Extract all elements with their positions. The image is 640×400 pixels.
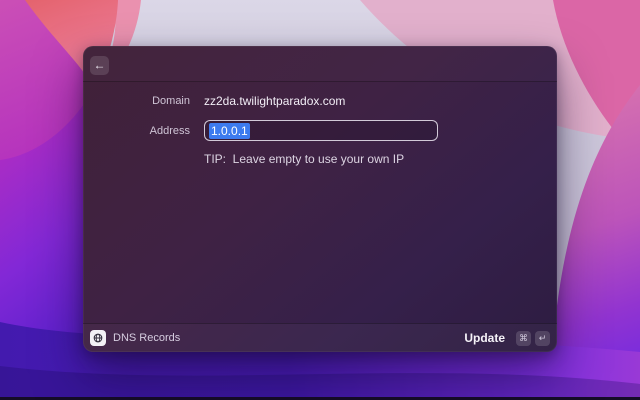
domain-value: zz2da.twilightparadox.com xyxy=(204,94,346,108)
footer-app-info: DNS Records xyxy=(90,330,180,346)
globe-app-icon xyxy=(90,330,106,346)
return-key-icon: ↵ xyxy=(535,330,550,346)
update-button[interactable]: Update xyxy=(464,331,505,345)
command-key-icon: ⌘ xyxy=(516,330,531,346)
back-arrow-icon: ← xyxy=(93,58,106,72)
footer-title: DNS Records xyxy=(113,332,181,344)
dns-record-window: ← Domain zz2da.twilightparadox.com Addre… xyxy=(83,46,557,352)
tip-text: TIP: Leave empty to use your own IP xyxy=(204,152,405,166)
desktop: ← Domain zz2da.twilightparadox.com Addre… xyxy=(0,0,640,400)
footer-bar: DNS Records Update ⌘ ↵ xyxy=(83,323,557,352)
back-button[interactable]: ← xyxy=(90,56,109,75)
address-label: Address xyxy=(149,125,190,137)
address-input[interactable]: 1.0.0.1 xyxy=(204,120,438,141)
footer-actions: Update ⌘ ↵ xyxy=(464,330,550,346)
domain-label: Domain xyxy=(152,95,190,107)
titlebar[interactable]: ← xyxy=(83,46,557,82)
address-input-selected-text: 1.0.0.1 xyxy=(209,122,250,139)
record-form: Domain zz2da.twilightparadox.com Address… xyxy=(83,82,557,323)
